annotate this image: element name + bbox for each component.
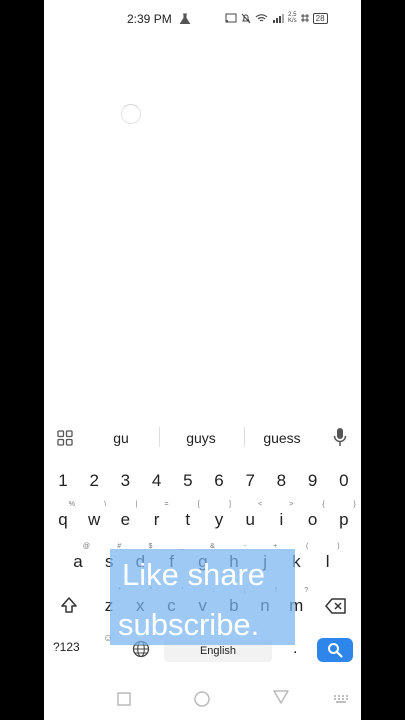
back-triangle-icon[interactable] xyxy=(273,690,289,704)
key-5[interactable]: 5 xyxy=(173,466,203,496)
key-label: 6 xyxy=(214,471,224,490)
status-bar: 2:39 PM 2.5 K/s 28 xyxy=(44,0,361,38)
recents-square-icon[interactable] xyxy=(117,692,131,706)
suggestion-1[interactable]: gu xyxy=(81,430,161,446)
caption-overlay: Like share subscribe. xyxy=(110,549,295,645)
key-alt-symbol: | xyxy=(135,501,138,508)
backspace-icon[interactable] xyxy=(325,598,347,614)
number-row: 1 2 3 4 5 6 7 8 9 0 xyxy=(44,466,361,496)
flask-icon xyxy=(179,13,191,24)
key-label: 4 xyxy=(151,471,162,490)
key-alt-symbol: { xyxy=(322,501,325,508)
key-w[interactable]: w \ xyxy=(79,501,109,535)
key-8[interactable]: 8 xyxy=(266,466,296,496)
key-9[interactable]: 9 xyxy=(298,466,328,496)
bell-off-icon xyxy=(241,13,251,23)
key-label: o xyxy=(307,510,318,529)
key-alt-symbol: > xyxy=(289,501,294,508)
status-time: 2:39 PM xyxy=(127,12,172,26)
home-circle-icon[interactable] xyxy=(194,691,210,707)
net-speed-unit: K/s xyxy=(288,18,297,24)
shift-icon[interactable] xyxy=(60,596,78,614)
key-u[interactable]: u < xyxy=(235,501,265,535)
apps-grid-icon[interactable] xyxy=(57,430,73,446)
key-6[interactable]: 6 xyxy=(204,466,234,496)
letter-row-1: q% w \ e | r = t[y] u < i > o{p} xyxy=(44,501,361,535)
wifi-icon xyxy=(255,14,268,22)
search-button[interactable] xyxy=(317,638,353,662)
key-alt-symbol: @ xyxy=(82,543,90,550)
key-7[interactable]: 7 xyxy=(235,466,265,496)
caption-line-2: subscribe. xyxy=(118,607,260,642)
key-label: e xyxy=(120,510,131,529)
key-alt-symbol: \ xyxy=(104,501,107,508)
key-label: q xyxy=(58,510,68,529)
key-alt-symbol: } xyxy=(353,501,356,508)
key-e[interactable]: e | xyxy=(110,501,140,535)
key-label: a xyxy=(73,552,83,571)
key-l[interactable]: l) xyxy=(313,543,343,577)
battery-indicator: 28 xyxy=(312,12,328,24)
suggestion-3[interactable]: guess xyxy=(242,430,322,446)
microphone-icon[interactable] xyxy=(332,427,348,447)
key-label: u xyxy=(245,510,255,529)
key-label: t xyxy=(185,510,191,529)
key-1[interactable]: 1 xyxy=(48,466,78,496)
suggestion-bar: gu guys guess xyxy=(44,418,361,458)
key-o[interactable]: o{ xyxy=(298,501,328,535)
key-label: 5 xyxy=(183,471,193,490)
key-label: r xyxy=(153,510,160,529)
key-2[interactable]: 2 xyxy=(79,466,109,496)
key-label: 8 xyxy=(276,471,287,490)
key-i[interactable]: i > xyxy=(266,501,296,535)
key-label: 0 xyxy=(339,471,349,490)
key-label: p xyxy=(339,510,349,529)
key-alt-symbol: = xyxy=(164,501,169,508)
symbols-key[interactable]: ?123 xyxy=(53,640,80,654)
key-q[interactable]: q% xyxy=(48,501,78,535)
suggestion-2[interactable]: guys xyxy=(161,430,241,446)
key-alt-symbol: ( xyxy=(306,543,309,550)
network-speed: 2.5 K/s xyxy=(288,12,297,24)
key-a[interactable]: a @ xyxy=(63,543,93,577)
key-alt-symbol: [ xyxy=(197,501,200,508)
key-label: 3 xyxy=(120,471,131,490)
key-3[interactable]: 3 xyxy=(110,466,140,496)
hash-icon xyxy=(300,14,309,22)
key-0[interactable]: 0 xyxy=(329,466,359,496)
key-r[interactable]: r = xyxy=(142,501,172,535)
key-alt-symbol: ] xyxy=(229,501,231,508)
key-4[interactable]: 4 xyxy=(142,466,172,496)
key-label: y xyxy=(214,510,224,529)
loading-spinner-icon xyxy=(121,104,141,124)
suggestion-divider xyxy=(159,427,160,447)
key-alt-symbol: % xyxy=(68,501,75,508)
key-label: i xyxy=(279,510,284,529)
status-icons: 2.5 K/s 28 xyxy=(225,10,328,26)
signal-icon xyxy=(273,14,284,23)
key-label: 7 xyxy=(245,471,255,490)
key-t[interactable]: t[ xyxy=(173,501,203,535)
caption-line-1: Like share xyxy=(122,557,266,592)
key-alt-symbol: < xyxy=(258,501,263,508)
key-label: 1 xyxy=(58,471,68,490)
keyboard-hide-icon[interactable] xyxy=(333,694,349,704)
key-label: w xyxy=(88,510,101,529)
navigation-bar xyxy=(44,678,361,720)
key-label: l xyxy=(325,552,330,571)
key-label: 2 xyxy=(89,471,99,490)
key-alt-symbol: ? xyxy=(304,587,309,594)
key-alt-symbol: ) xyxy=(337,543,340,550)
key-y[interactable]: y] xyxy=(204,501,234,535)
key-p[interactable]: p} xyxy=(329,501,359,535)
search-icon xyxy=(328,643,343,658)
cast-icon xyxy=(225,13,237,23)
key-label: 9 xyxy=(307,471,318,490)
